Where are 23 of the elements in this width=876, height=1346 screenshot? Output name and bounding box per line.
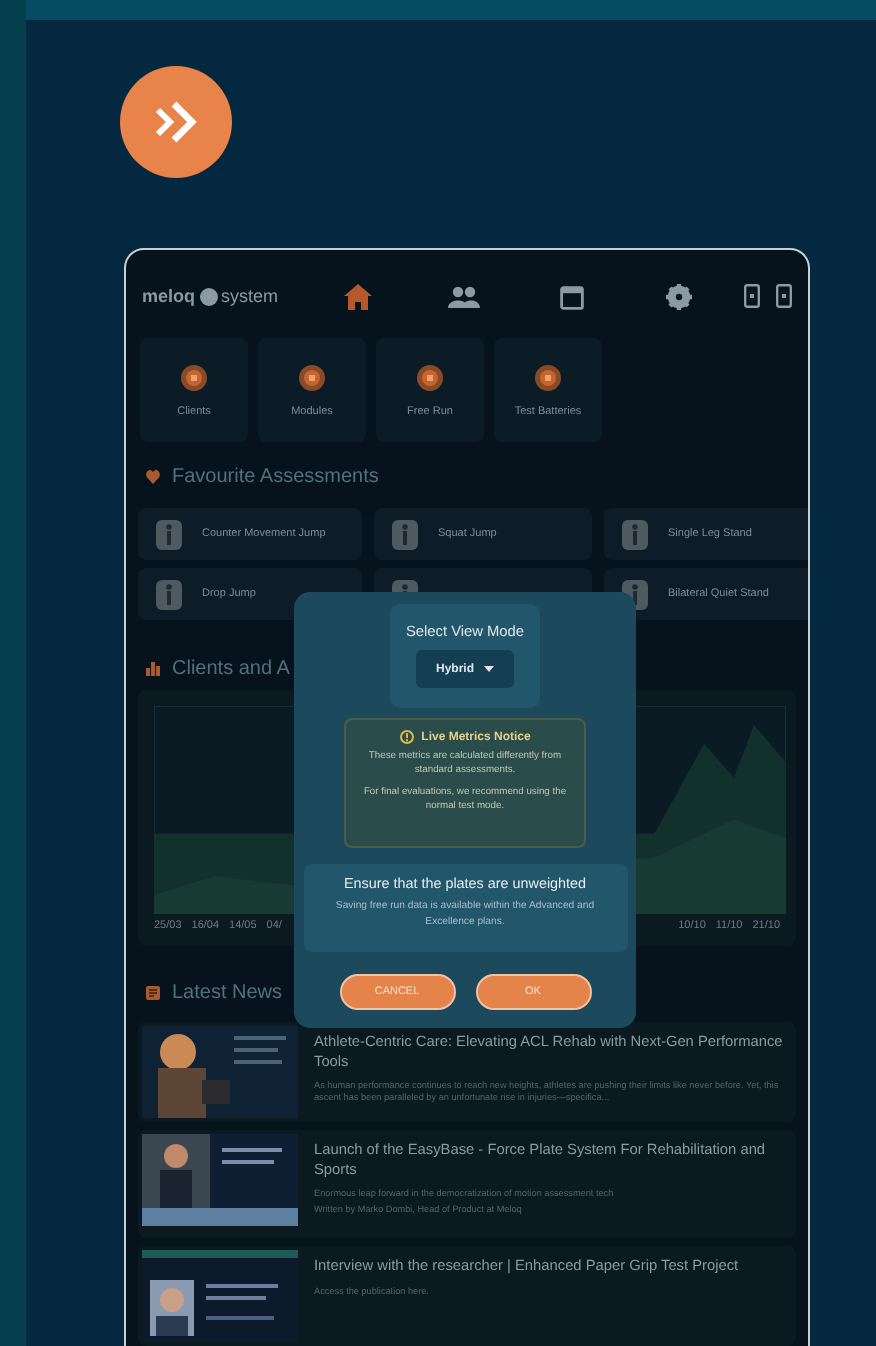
news-icon	[146, 985, 160, 999]
glowing-circle-icon	[534, 363, 562, 391]
settings-icon[interactable]	[665, 283, 692, 309]
glowing-circle-icon	[298, 363, 326, 391]
home-icon[interactable]	[343, 283, 372, 309]
logo-text: system	[221, 286, 279, 306]
glowing-circle-icon	[180, 363, 208, 391]
device-icon[interactable]	[744, 284, 760, 308]
logo-text: meloq	[142, 286, 196, 306]
bar-chart-icon	[146, 661, 160, 675]
device-icon[interactable]	[776, 284, 792, 308]
news-card[interactable]	[138, 1022, 796, 1122]
caret-icon	[484, 666, 494, 672]
section-heading: Favourite Assessments	[172, 465, 379, 487]
calendar-icon[interactable]	[559, 283, 584, 309]
people-icon[interactable]	[448, 285, 481, 307]
logo-dot-icon	[199, 287, 218, 305]
glowing-circle-icon	[416, 363, 444, 391]
double-chevron-icon	[150, 96, 202, 148]
section-heading: Latest News	[172, 981, 283, 1003]
section-heading: Clients and A	[172, 657, 290, 679]
heart-icon	[146, 469, 160, 483]
info-icon	[399, 730, 414, 744]
